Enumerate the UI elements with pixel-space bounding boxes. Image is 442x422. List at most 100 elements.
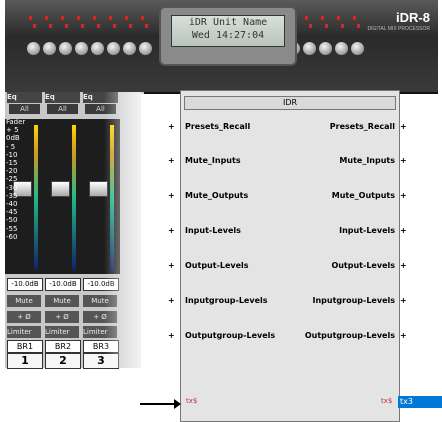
phase-button[interactable]: + Ø bbox=[7, 311, 41, 323]
led-indicator-icon bbox=[49, 24, 52, 28]
mute-button[interactable]: Mute bbox=[45, 295, 79, 307]
add-port-button[interactable]: + bbox=[168, 189, 175, 203]
led-indicator-icon bbox=[125, 16, 128, 20]
channel-number[interactable]: 2 bbox=[45, 353, 81, 369]
device-knob-icon bbox=[319, 42, 332, 55]
scale-label: -10 bbox=[6, 150, 18, 159]
fader-track bbox=[43, 119, 82, 274]
scale-label: -25 bbox=[6, 175, 18, 184]
level-meter bbox=[72, 125, 76, 270]
input-port-label[interactable]: Presets_Recall bbox=[185, 120, 250, 134]
led-indicator-icon bbox=[129, 24, 132, 28]
fader-value: -10.0dB bbox=[7, 278, 43, 291]
input-port-label[interactable]: Outputgroup-Levels bbox=[185, 329, 275, 343]
channel-name: BR2 bbox=[45, 340, 81, 353]
add-port-button[interactable]: + bbox=[400, 224, 407, 238]
add-port-button[interactable]: + bbox=[168, 120, 175, 134]
input-port-label[interactable]: Output-Levels bbox=[185, 259, 249, 273]
add-port-button[interactable]: + bbox=[400, 294, 407, 308]
led-indicator-icon bbox=[97, 24, 100, 28]
port-row: Outputgroup-Levels Outputgroup-Levels bbox=[181, 329, 399, 343]
output-port-label[interactable]: Output-Levels bbox=[331, 259, 395, 273]
led-indicator-icon bbox=[113, 24, 116, 28]
eq-button[interactable]: Eq bbox=[7, 92, 42, 103]
device-knob-icon bbox=[303, 42, 316, 55]
add-port-button[interactable]: + bbox=[168, 154, 175, 168]
lcd-display: iDR Unit Name Wed 14:27:04 bbox=[159, 6, 297, 66]
add-port-button[interactable]: + bbox=[168, 329, 175, 343]
device-knob-icon bbox=[43, 42, 56, 55]
channel-number[interactable]: 1 bbox=[7, 353, 43, 369]
output-port-label[interactable]: Mute_Inputs bbox=[339, 154, 395, 168]
scale-label: - 5 bbox=[6, 142, 16, 151]
port-row: Presets_Recall Presets_Recall bbox=[181, 120, 399, 134]
input-port-label[interactable]: Inputgroup-Levels bbox=[185, 294, 268, 308]
device-knob-icon bbox=[139, 42, 152, 55]
device-knob-icon bbox=[59, 42, 72, 55]
led-indicator-icon bbox=[61, 16, 64, 20]
port-row: Output-Levels Output-Levels bbox=[181, 259, 399, 273]
add-port-button[interactable]: + bbox=[400, 259, 407, 273]
device-knob-icon bbox=[27, 42, 40, 55]
scale-label: -30 bbox=[6, 183, 18, 192]
scale-label: -40 bbox=[6, 200, 18, 209]
fader-value: -10.0dB bbox=[45, 278, 81, 291]
lcd-line-1: iDR Unit Name bbox=[188, 17, 268, 28]
lcd-screen: iDR Unit Name Wed 14:27:04 bbox=[171, 15, 285, 47]
led-indicator-icon bbox=[33, 24, 36, 28]
input-port-label[interactable]: Input-Levels bbox=[185, 224, 241, 238]
device-knob-icon bbox=[123, 42, 136, 55]
scale-label: -35 bbox=[6, 191, 18, 200]
scale-label: -60 bbox=[6, 232, 18, 241]
tx-input-port[interactable]: tx$ bbox=[186, 397, 197, 405]
add-port-button[interactable]: + bbox=[400, 120, 407, 134]
add-port-button[interactable]: + bbox=[168, 259, 175, 273]
device-knob-icon bbox=[91, 42, 104, 55]
add-port-button[interactable]: + bbox=[400, 154, 407, 168]
idr-module-title[interactable]: IDR bbox=[184, 96, 396, 110]
scale-label: -55 bbox=[6, 224, 18, 233]
led-indicator-icon bbox=[29, 16, 32, 20]
input-port-label[interactable]: Mute_Outputs bbox=[185, 189, 248, 203]
channel-strip: Eq All -10.0dB Mute + Ø Limiter BR2 2 bbox=[43, 92, 82, 369]
tx-output-port[interactable]: tx$ bbox=[381, 397, 392, 405]
port-row: Mute_Outputs Mute_Outputs bbox=[181, 189, 399, 203]
add-port-button[interactable]: + bbox=[400, 189, 407, 203]
led-indicator-icon bbox=[109, 16, 112, 20]
add-port-button[interactable]: + bbox=[400, 329, 407, 343]
led-indicator-icon bbox=[145, 24, 148, 28]
limiter-button[interactable]: Limiter bbox=[45, 326, 79, 338]
device-knob-icon bbox=[335, 42, 348, 55]
scale-label: + 5 bbox=[6, 126, 19, 135]
device-brand-logo: iDR-8 bbox=[396, 10, 430, 25]
fader-handle[interactable] bbox=[51, 181, 70, 197]
port-row: Inputgroup-Levels Inputgroup-Levels bbox=[181, 294, 399, 308]
device-brand-subtitle: DIGITAL MIX PROCESSOR bbox=[367, 26, 430, 32]
mute-button[interactable]: Mute bbox=[7, 295, 41, 307]
output-port-label[interactable]: Mute_Outputs bbox=[332, 189, 395, 203]
led-indicator-icon bbox=[141, 16, 144, 20]
add-port-button[interactable]: + bbox=[168, 224, 175, 238]
all-button[interactable]: All bbox=[9, 104, 40, 114]
input-port-label[interactable]: Mute_Inputs bbox=[185, 154, 241, 168]
idr-module-panel[interactable]: IDR Presets_Recall Presets_Recall Mute_I… bbox=[180, 90, 400, 422]
tx-signal-tag[interactable]: tx3 bbox=[398, 396, 442, 408]
output-port-label[interactable]: Inputgroup-Levels bbox=[313, 294, 396, 308]
output-port-label[interactable]: Input-Levels bbox=[339, 224, 395, 238]
phase-button[interactable]: + Ø bbox=[45, 311, 79, 323]
add-port-button[interactable]: + bbox=[168, 294, 175, 308]
scale-label: 0dB bbox=[6, 134, 20, 143]
all-button[interactable]: All bbox=[47, 104, 78, 114]
eq-button[interactable]: Eq bbox=[45, 92, 80, 103]
output-port-label[interactable]: Outputgroup-Levels bbox=[305, 329, 395, 343]
device-knob-icon bbox=[351, 42, 364, 55]
led-indicator-icon bbox=[305, 16, 308, 20]
arrow-head-icon bbox=[174, 399, 181, 409]
limiter-button[interactable]: Limiter bbox=[7, 326, 41, 338]
device-knob-icon bbox=[75, 42, 88, 55]
port-row: Mute_Inputs Mute_Inputs bbox=[181, 154, 399, 168]
output-port-label[interactable]: Presets_Recall bbox=[330, 120, 395, 134]
led-indicator-icon bbox=[65, 24, 68, 28]
led-indicator-icon bbox=[93, 16, 96, 20]
scale-label: -15 bbox=[6, 159, 18, 168]
